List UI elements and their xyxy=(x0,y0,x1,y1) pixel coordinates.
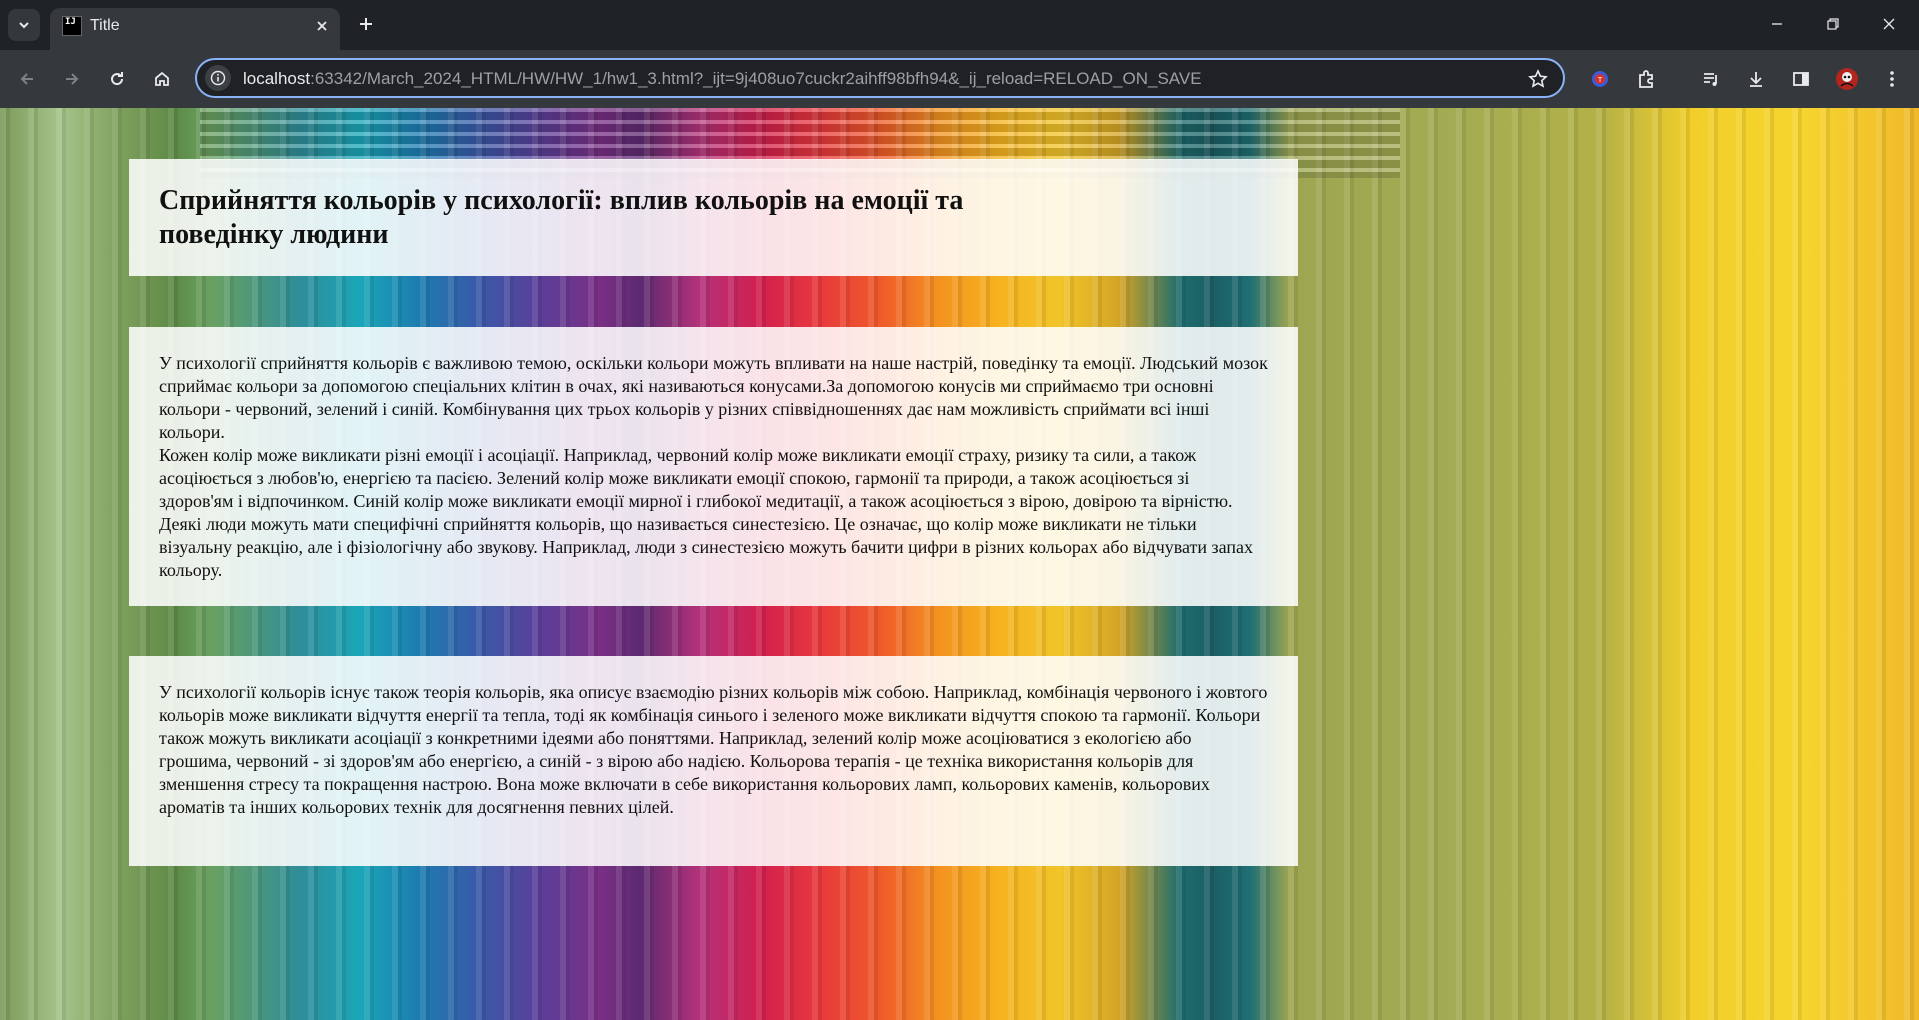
tab-title: Title xyxy=(90,17,120,34)
tab-active[interactable]: IJ Title xyxy=(50,8,340,50)
reload-button[interactable] xyxy=(99,61,135,97)
close-icon xyxy=(1883,18,1895,30)
tab-close-button[interactable] xyxy=(310,14,334,38)
reload-icon xyxy=(111,72,124,86)
side-panel-icon xyxy=(1793,72,1809,86)
kebab-menu-icon xyxy=(1890,71,1894,87)
restore-icon xyxy=(1827,18,1839,30)
arrow-right-icon xyxy=(66,73,79,85)
close-window-button[interactable] xyxy=(1869,6,1909,42)
media-control-icon xyxy=(1704,73,1717,86)
star-icon xyxy=(1528,69,1548,88)
page-viewport: Сприйняття кольорів у психології: вплив … xyxy=(0,108,1919,1020)
new-tab-button[interactable] xyxy=(352,10,380,38)
address-bar[interactable]: localhost:63342/March_2024_HTML/HW/HW_1/… xyxy=(195,58,1565,98)
media-control-button[interactable] xyxy=(1694,62,1728,96)
tab-strip: IJ Title xyxy=(0,0,1919,50)
paragraph-1: У психології сприйняття кольорів є важли… xyxy=(159,353,1268,580)
profile-avatar-icon xyxy=(1836,68,1858,90)
paragraph-2: У психології кольорів існує також теорія… xyxy=(159,682,1268,817)
tab-favicon: IJ xyxy=(62,16,82,36)
text-panel-2: У психології кольорів існує також теорія… xyxy=(129,656,1298,866)
forward-button[interactable] xyxy=(54,61,90,97)
heading-panel: Сприйняття кольорів у психології: вплив … xyxy=(129,159,1298,276)
translate-extension-button[interactable]: T xyxy=(1583,62,1617,96)
minimize-icon xyxy=(1772,23,1782,25)
browser-chrome: IJ Title localhost:63342/March_2024_HTML… xyxy=(0,0,1919,108)
bookmark-button[interactable] xyxy=(1525,66,1551,92)
side-panel-button[interactable] xyxy=(1784,62,1818,96)
chevron-down-icon xyxy=(19,22,29,29)
page-heading: Сприйняття кольорів у психології: вплив … xyxy=(159,185,964,250)
tab-search-button[interactable] xyxy=(8,9,40,41)
browser-toolbar: localhost:63342/March_2024_HTML/HW/HW_1/… xyxy=(0,50,1919,108)
info-icon xyxy=(210,70,226,86)
back-button[interactable] xyxy=(9,61,45,97)
minimize-button[interactable] xyxy=(1757,6,1797,42)
site-info-button[interactable] xyxy=(205,65,231,91)
extensions-button[interactable] xyxy=(1629,62,1663,96)
url-path: :63342/March_2024_HTML/HW/HW_1/hw1_3.htm… xyxy=(310,69,1202,88)
svg-text:T: T xyxy=(1597,76,1603,84)
url-text[interactable]: localhost:63342/March_2024_HTML/HW/HW_1/… xyxy=(243,69,1202,89)
home-icon xyxy=(155,71,169,86)
download-icon xyxy=(1750,72,1762,87)
plus-icon xyxy=(360,18,372,30)
url-host: localhost xyxy=(243,69,311,88)
translate-extension-icon: T xyxy=(1592,71,1608,87)
home-button[interactable] xyxy=(144,61,180,97)
puzzle-icon xyxy=(1639,70,1653,88)
profile-button[interactable] xyxy=(1830,62,1864,96)
close-icon xyxy=(317,21,327,31)
browser-menu-button[interactable] xyxy=(1875,62,1909,96)
arrow-left-icon xyxy=(20,73,33,85)
text-panel-1: У психології сприйняття кольорів є важли… xyxy=(129,327,1298,606)
restore-button[interactable] xyxy=(1813,6,1853,42)
downloads-button[interactable] xyxy=(1739,62,1773,96)
